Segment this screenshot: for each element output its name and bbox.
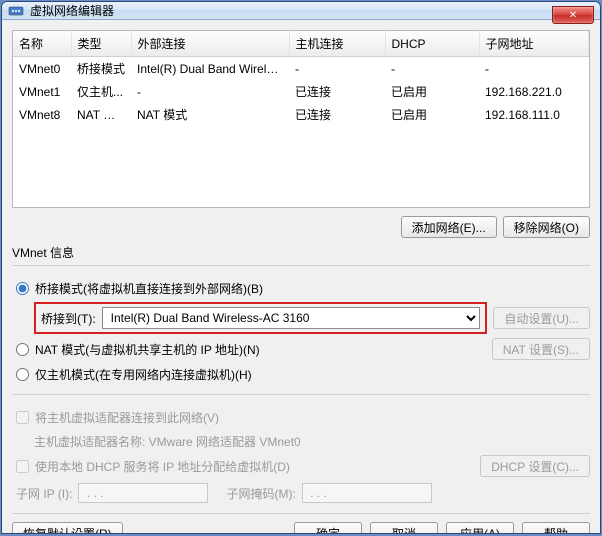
subnet-ip-input xyxy=(78,483,208,503)
bridged-adapter-row: 桥接到(T): Intel(R) Dual Band Wireless-AC 3… xyxy=(34,302,590,334)
vmnet-info-group: 桥接模式(将虚拟机直接连接到外部网络)(B) 桥接到(T): Intel(R) … xyxy=(12,265,590,388)
use-dhcp-label: 使用本地 DHCP 服务将 IP 地址分配给虚拟机(D) xyxy=(35,458,290,475)
remove-network-button[interactable]: 移除网络(O) xyxy=(503,216,590,238)
cell-type: NAT 模式 xyxy=(71,103,131,126)
radio-nat-row: NAT 模式(与虚拟机共享主机的 IP 地址)(N) NAT 设置(S)... xyxy=(16,338,590,360)
network-table[interactable]: 名称 类型 外部连接 主机连接 DHCP 子网地址 VMnet0 桥接模式 In… xyxy=(12,30,590,208)
subnet-ip-label: 子网 IP (I): xyxy=(16,485,72,502)
host-adapter-name: 主机虚拟适配器名称: VMware 网络适配器 VMnet0 xyxy=(34,433,301,450)
cell-subnet: 192.168.111.0 xyxy=(479,103,589,126)
col-header-subnet[interactable]: 子网地址 xyxy=(479,31,589,57)
cell-ext: NAT 模式 xyxy=(131,103,289,126)
cell-name: VMnet8 xyxy=(13,103,71,126)
cancel-button[interactable]: 取消 xyxy=(370,522,438,534)
table-row[interactable]: VMnet0 桥接模式 Intel(R) Dual Band Wireless-… xyxy=(13,57,589,81)
cell-name: VMnet1 xyxy=(13,80,71,103)
subnet-row: 子网 IP (I): 子网掩码(M): xyxy=(16,483,590,503)
host-adapter-name-row: 主机虚拟适配器名称: VMware 网络适配器 VMnet0 xyxy=(34,431,590,451)
auto-settings-button: 自动设置(U)... xyxy=(493,307,590,329)
col-header-type[interactable]: 类型 xyxy=(71,31,131,57)
cell-type: 桥接模式 xyxy=(71,57,131,81)
col-header-host[interactable]: 主机连接 xyxy=(289,31,385,57)
subnet-mask-label: 子网掩码(M): xyxy=(226,485,295,502)
cell-dhcp: - xyxy=(385,57,479,81)
table-row[interactable]: VMnet8 NAT 模式 NAT 模式 已连接 已启用 192.168.111… xyxy=(13,103,589,126)
help-button[interactable]: 帮助 xyxy=(522,522,590,534)
cell-subnet: - xyxy=(479,57,589,81)
vmnet-info-label: VMnet 信息 xyxy=(12,244,590,261)
titlebar: 虚拟网络编辑器 ✕ xyxy=(2,2,600,20)
col-header-name[interactable]: 名称 xyxy=(13,31,71,57)
table-row[interactable]: VMnet1 仅主机... - 已连接 已启用 192.168.221.0 xyxy=(13,80,589,103)
close-button[interactable]: ✕ xyxy=(552,6,594,24)
use-dhcp-row: 使用本地 DHCP 服务将 IP 地址分配给虚拟机(D) DHCP 设置(C).… xyxy=(16,455,590,477)
connect-host-label: 将主机虚拟适配器连接到此网络(V) xyxy=(35,409,219,426)
col-header-dhcp[interactable]: DHCP xyxy=(385,31,479,57)
highlight-box: 桥接到(T): Intel(R) Dual Band Wireless-AC 3… xyxy=(34,302,487,334)
radio-hostonly-row: 仅主机模式(在专用网络内连接虚拟机)(H) xyxy=(16,364,590,384)
cell-host: 已连接 xyxy=(289,103,385,126)
cell-host: - xyxy=(289,57,385,81)
cell-ext: Intel(R) Dual Band Wireless-... xyxy=(131,57,289,81)
radio-hostonly[interactable] xyxy=(16,368,29,381)
dialog-window: 虚拟网络编辑器 ✕ 名称 类型 外部连接 主机连接 DHCP 子 xyxy=(1,1,601,534)
nat-settings-button: NAT 设置(S)... xyxy=(492,338,590,360)
bridged-adapter-select[interactable]: Intel(R) Dual Band Wireless-AC 3160 xyxy=(102,307,481,329)
radio-nat[interactable] xyxy=(16,343,29,356)
cell-name: VMnet0 xyxy=(13,57,71,81)
client-area: 名称 类型 外部连接 主机连接 DHCP 子网地址 VMnet0 桥接模式 In… xyxy=(2,20,600,534)
radio-bridged-label[interactable]: 桥接模式(将虚拟机直接连接到外部网络)(B) xyxy=(35,280,263,297)
dhcp-settings-button: DHCP 设置(C)... xyxy=(480,455,590,477)
use-dhcp-checkbox xyxy=(16,460,29,473)
bridged-to-label: 桥接到(T): xyxy=(41,310,96,327)
window-title: 虚拟网络编辑器 xyxy=(30,2,114,19)
radio-hostonly-label[interactable]: 仅主机模式(在专用网络内连接虚拟机)(H) xyxy=(35,366,252,383)
cell-ext: - xyxy=(131,80,289,103)
radio-bridged-row: 桥接模式(将虚拟机直接连接到外部网络)(B) xyxy=(16,278,590,298)
add-network-button[interactable]: 添加网络(E)... xyxy=(401,216,497,238)
cell-subnet: 192.168.221.0 xyxy=(479,80,589,103)
radio-nat-label[interactable]: NAT 模式(与虚拟机共享主机的 IP 地址)(N) xyxy=(35,341,260,358)
host-adapter-group: 将主机虚拟适配器连接到此网络(V) 主机虚拟适配器名称: VMware 网络适配… xyxy=(12,394,590,507)
app-icon xyxy=(8,3,24,19)
radio-bridged[interactable] xyxy=(16,282,29,295)
cell-dhcp: 已启用 xyxy=(385,103,479,126)
restore-defaults-button[interactable]: 恢复默认设置(R) xyxy=(12,522,123,534)
cell-type: 仅主机... xyxy=(71,80,131,103)
close-icon: ✕ xyxy=(569,10,577,21)
subnet-mask-input xyxy=(302,483,432,503)
network-buttons: 添加网络(E)... 移除网络(O) xyxy=(12,216,590,238)
ok-button[interactable]: 确定 xyxy=(294,522,362,534)
apply-button[interactable]: 应用(A) xyxy=(446,522,514,534)
connect-host-checkbox xyxy=(16,411,29,424)
col-header-ext[interactable]: 外部连接 xyxy=(131,31,289,57)
cell-dhcp: 已启用 xyxy=(385,80,479,103)
connect-host-row: 将主机虚拟适配器连接到此网络(V) xyxy=(16,407,590,427)
dialog-footer: 恢复默认设置(R) 确定 取消 应用(A) 帮助 xyxy=(12,513,590,534)
table-header-row[interactable]: 名称 类型 外部连接 主机连接 DHCP 子网地址 xyxy=(13,31,589,57)
cell-host: 已连接 xyxy=(289,80,385,103)
